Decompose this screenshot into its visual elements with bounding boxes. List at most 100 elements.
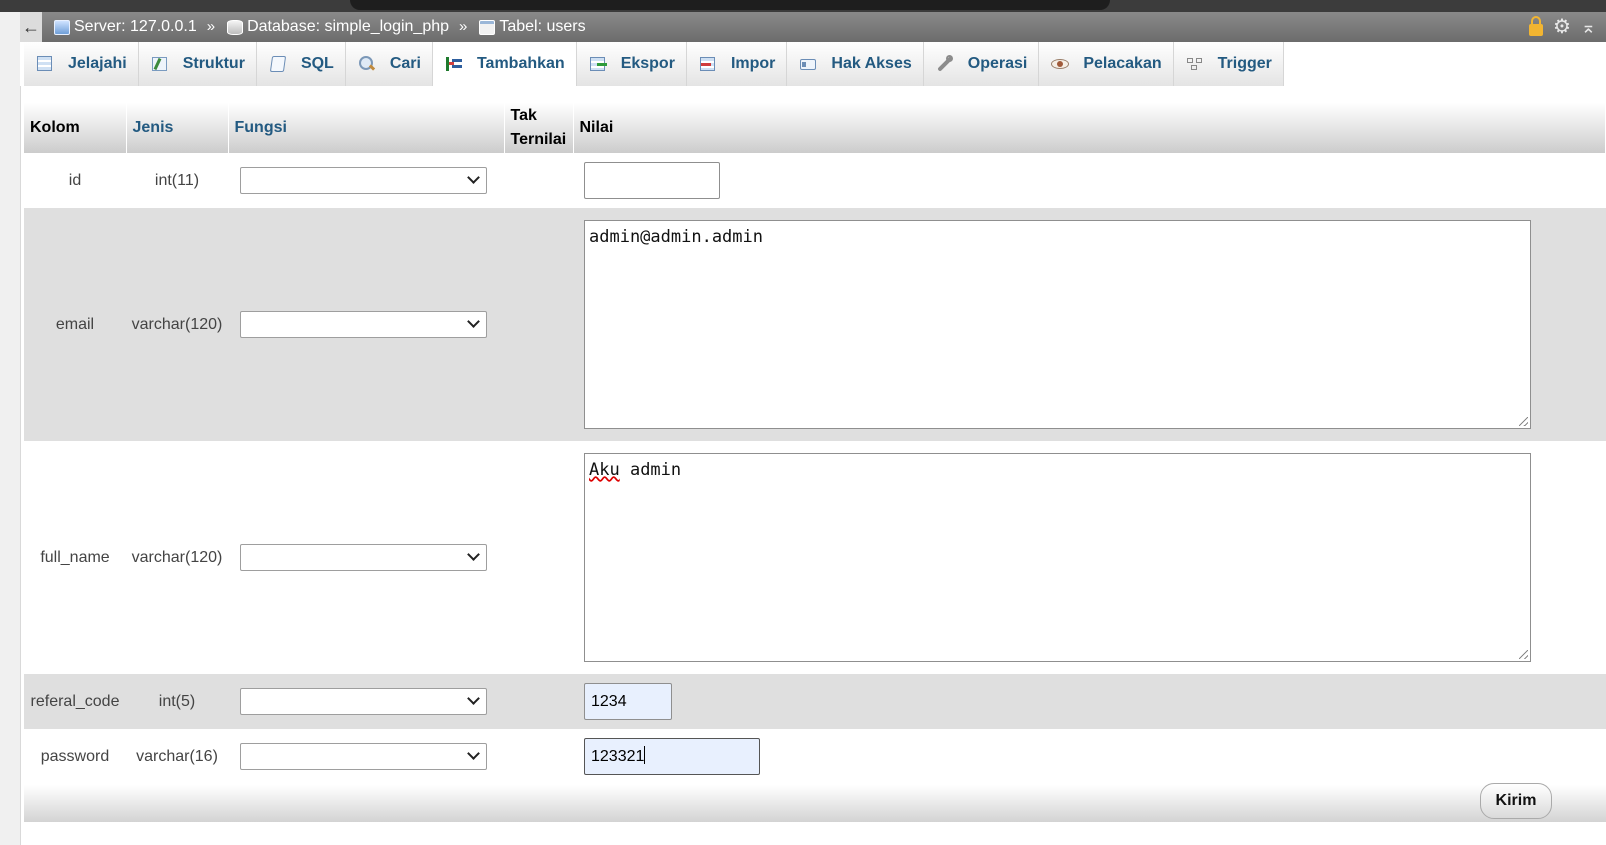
value-cell [573, 153, 1606, 208]
resize-handle-icon[interactable] [1519, 417, 1528, 426]
insert-table: Kolom Jenis Fungsi Tak Ternilai Nilai id… [24, 103, 1606, 784]
insert-form: Kolom Jenis Fungsi Tak Ternilai Nilai id… [24, 103, 1606, 784]
value-cell: admin@admin.admin [573, 208, 1606, 441]
header-fungsi[interactable]: Fungsi [228, 103, 505, 153]
value-cell: 1234 [573, 674, 1606, 729]
breadcrumb-table[interactable]: Tabel: users [479, 12, 586, 42]
breadcrumb-table-label[interactable]: Tabel: users [499, 12, 585, 42]
breadcrumb-server[interactable]: Server: 127.0.0.1 [54, 12, 197, 42]
chevron-down-icon [467, 548, 480, 561]
tab-label: Pelacakan [1083, 55, 1162, 72]
tab-trigger[interactable]: Trigger [1173, 42, 1284, 86]
column-name: password [24, 729, 126, 784]
value-textarea-full-name[interactable]: Aku admin [584, 453, 1531, 662]
breadcrumb-right-icons: ⚙ ⌅ [1528, 12, 1596, 42]
value-input-referal-code[interactable]: 1234 [584, 683, 672, 720]
header-tak-ternilai: Tak Ternilai [504, 103, 574, 153]
left-margin [0, 12, 21, 845]
column-type: varchar(120) [126, 208, 228, 441]
chevron-down-icon [467, 171, 480, 184]
column-type: varchar(16) [126, 729, 228, 784]
tab-operasi[interactable]: Operasi [923, 42, 1040, 86]
tab-pelacakan[interactable]: Pelacakan [1039, 42, 1174, 86]
value-cell: Aku admin [573, 441, 1606, 674]
function-cell [228, 674, 504, 729]
address-bar-remnant [350, 0, 1110, 10]
tab-tambahkan[interactable]: Tambahkan [432, 42, 577, 86]
header-jenis[interactable]: Jenis [126, 103, 229, 153]
textarea-text: admin@admin.admin [589, 227, 763, 247]
tab-struktur[interactable]: Struktur [138, 42, 257, 86]
column-type: int(11) [126, 153, 228, 208]
tab-label: Hak Akses [831, 55, 912, 72]
column-type: varchar(120) [126, 441, 228, 674]
tab-label: Tambahkan [476, 55, 565, 72]
table-row: referal_code int(5) 1234 [24, 674, 1606, 729]
table-icon [479, 19, 496, 35]
resize-handle-icon[interactable] [1519, 650, 1528, 659]
function-select[interactable] [240, 544, 487, 571]
breadcrumb-separator: » [459, 18, 468, 35]
chevron-down-icon [467, 315, 480, 328]
function-cell [228, 153, 504, 208]
insert-icon [445, 55, 463, 73]
table-header-row: Kolom Jenis Fungsi Tak Ternilai Nilai [24, 103, 1606, 153]
breadcrumb-database-label[interactable]: Database: simple_login_php [247, 12, 449, 42]
tab-jelajahi[interactable]: Jelajahi [24, 42, 139, 86]
header-nilai: Nilai [573, 103, 1606, 153]
null-cell [504, 208, 573, 441]
form-footer: Kirim [24, 783, 1606, 822]
back-arrow-icon[interactable]: ← [20, 12, 42, 42]
tab-impor[interactable]: Impor [686, 42, 788, 86]
null-cell [504, 729, 573, 784]
structure-icon [151, 55, 169, 73]
value-input-id[interactable] [584, 162, 720, 199]
browser-top-strip [0, 0, 1606, 12]
function-cell [228, 441, 504, 674]
database-icon [227, 19, 244, 35]
tab-label: Trigger [1217, 55, 1272, 72]
chevron-down-icon [467, 747, 480, 760]
breadcrumb-database[interactable]: Database: simple_login_php [227, 12, 449, 42]
textarea-text: admin [619, 460, 682, 480]
tab-label: Jelajahi [68, 55, 127, 72]
value-textarea-email[interactable]: admin@admin.admin [584, 220, 1531, 429]
tab-label: Ekspor [620, 55, 675, 72]
table-row: password varchar(16) 123321 [24, 729, 1606, 784]
table-row: full_name varchar(120) Aku admin [24, 441, 1606, 674]
operations-icon [936, 55, 954, 73]
tab-hak-akses[interactable]: Hak Akses [787, 42, 924, 86]
function-select[interactable] [240, 688, 487, 715]
chevron-down-icon [467, 692, 480, 705]
function-select[interactable] [240, 743, 487, 770]
collapse-icon[interactable]: ⌅ [1581, 12, 1596, 42]
search-icon [358, 55, 376, 73]
lock-icon[interactable] [1528, 16, 1543, 36]
sql-icon [269, 55, 287, 73]
tab-cari[interactable]: Cari [345, 42, 433, 86]
breadcrumb-server-label[interactable]: Server: 127.0.0.1 [74, 12, 197, 42]
tab-sql[interactable]: SQL [256, 42, 346, 86]
tracking-icon [1051, 55, 1070, 73]
header-tak: Tak [510, 107, 537, 124]
text-cursor [644, 746, 646, 764]
function-select[interactable] [240, 311, 487, 338]
submit-button[interactable]: Kirim [1480, 783, 1552, 819]
column-name: referal_code [24, 674, 126, 729]
value-cell: 123321 [573, 729, 1606, 784]
null-cell [504, 674, 573, 729]
browse-icon [36, 55, 54, 73]
column-name: full_name [24, 441, 126, 674]
password-text: 123321 [591, 748, 645, 765]
tab-label: Operasi [967, 55, 1028, 72]
tab-ekspor[interactable]: Ekspor [576, 42, 687, 86]
header-kolom: Kolom [24, 103, 127, 153]
privileges-icon [799, 55, 817, 73]
misspelled-word: Aku [589, 460, 620, 480]
gear-icon[interactable]: ⚙ [1553, 12, 1571, 42]
tab-label: Cari [389, 55, 421, 72]
function-select[interactable] [240, 167, 487, 194]
export-icon [589, 55, 607, 73]
breadcrumb-separator: » [206, 18, 216, 35]
value-input-password[interactable]: 123321 [584, 738, 760, 775]
